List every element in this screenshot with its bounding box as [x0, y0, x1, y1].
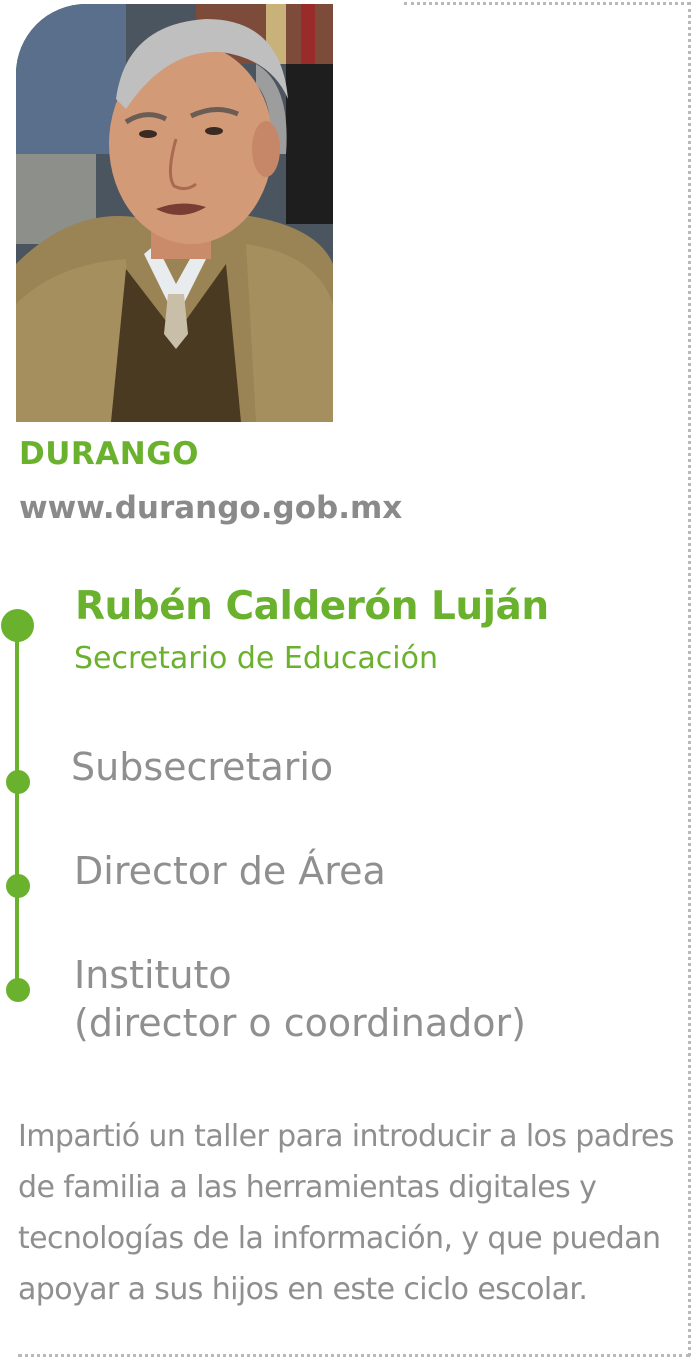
- timeline-dot-current: [1, 609, 34, 642]
- official-role: Secretario de Educación: [74, 641, 438, 676]
- dotted-border-bottom: [18, 1354, 690, 1357]
- hierarchy-level-line: Instituto: [74, 953, 232, 997]
- website-link[interactable]: www.durango.gob.mx: [19, 490, 402, 526]
- timeline-dot: [6, 978, 30, 1002]
- timeline-dot: [6, 770, 30, 794]
- hierarchy-level-director: Director de Área: [74, 847, 386, 895]
- timeline-dot: [6, 874, 30, 898]
- hierarchy-level-instituto: Instituto (director o coordinador): [74, 951, 526, 1047]
- description-paragraph: Impartió un taller para introducir a los…: [18, 1119, 675, 1307]
- dotted-border-top: [404, 2, 690, 5]
- hierarchy-level-subsecretario: Subsecretario: [71, 743, 333, 791]
- state-name: DURANGO: [19, 436, 200, 472]
- dotted-border-right: [688, 2, 691, 1356]
- hierarchy-level-line: Director de Área: [74, 849, 386, 893]
- portrait-illustration: [16, 4, 333, 422]
- hierarchy-level-line: (director o coordinador): [74, 1001, 526, 1045]
- official-portrait-photo: [16, 4, 333, 422]
- timeline-line: [15, 626, 19, 992]
- hierarchy-level-line: Subsecretario: [71, 745, 334, 789]
- official-name: Rubén Calderón Luján: [75, 584, 549, 629]
